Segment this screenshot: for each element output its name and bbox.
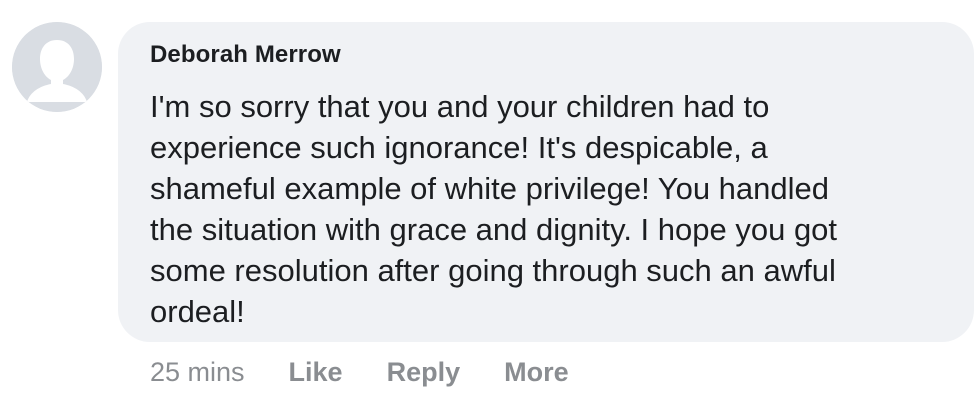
more-button[interactable]: More (504, 357, 569, 388)
comment-author-name[interactable]: Deborah Merrow (150, 40, 944, 70)
default-profile-silhouette-icon (12, 22, 102, 112)
comment-actions: 25 mins Like Reply More (150, 354, 613, 390)
comment-text: I'm so sorry that you and your children … (150, 89, 838, 329)
comment-timestamp[interactable]: 25 mins (150, 357, 245, 388)
avatar[interactable] (12, 22, 102, 112)
comment-bubble: Deborah Merrow I'm so sorry that you and… (118, 22, 974, 342)
like-button[interactable]: Like (289, 357, 343, 388)
reply-button[interactable]: Reply (387, 357, 461, 388)
